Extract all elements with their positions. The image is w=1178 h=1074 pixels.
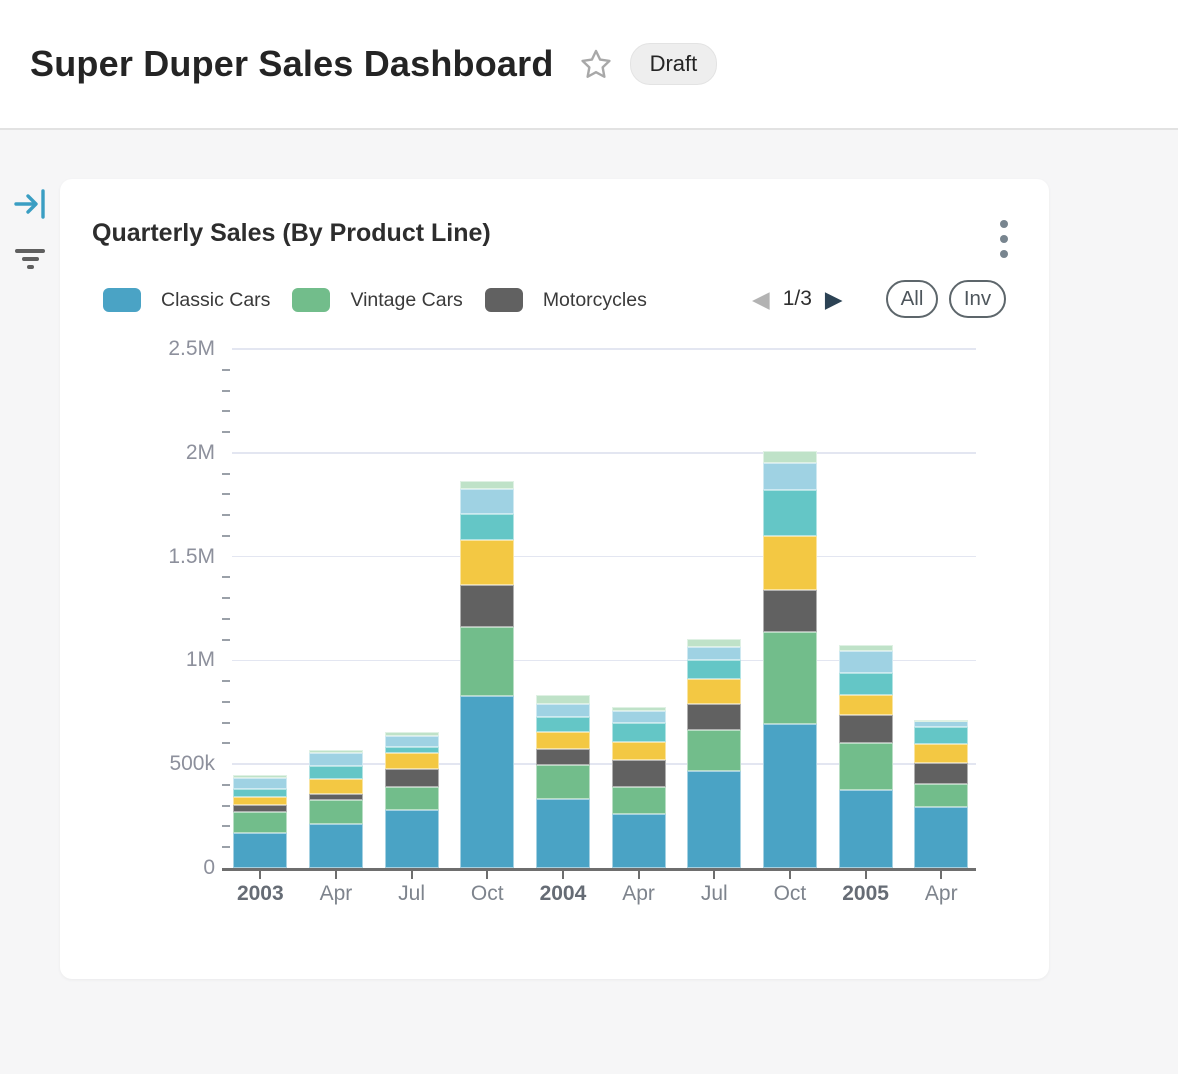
bar-segment[interactable] bbox=[839, 673, 893, 695]
legend-pager: ◀ 1/3 ▶ bbox=[752, 283, 843, 315]
bar-segment[interactable] bbox=[460, 514, 514, 540]
legend-swatch-icon bbox=[103, 288, 141, 312]
bar-segment[interactable] bbox=[536, 799, 590, 868]
bar-segment[interactable] bbox=[687, 704, 741, 730]
bar-segment[interactable] bbox=[914, 763, 968, 784]
bar-segment[interactable] bbox=[309, 750, 363, 753]
bar-segment[interactable] bbox=[460, 540, 514, 585]
bar-segment[interactable] bbox=[839, 695, 893, 715]
legend-invert-button[interactable]: Inv bbox=[949, 280, 1006, 318]
bar-segment[interactable] bbox=[233, 778, 287, 789]
bar-segment[interactable] bbox=[612, 711, 666, 723]
bar-segment[interactable] bbox=[385, 753, 439, 769]
bar-segment[interactable] bbox=[385, 736, 439, 747]
bar-segment[interactable] bbox=[460, 696, 514, 868]
page-title: Super Duper Sales Dashboard bbox=[30, 43, 554, 85]
bar-segment[interactable] bbox=[687, 771, 741, 868]
bar-segment[interactable] bbox=[385, 810, 439, 868]
legend: Classic Cars Vintage Cars Motorcycles bbox=[103, 287, 669, 313]
bar-segment[interactable] bbox=[763, 463, 817, 490]
bar-segment[interactable] bbox=[309, 766, 363, 778]
bar-segment[interactable] bbox=[763, 632, 817, 724]
bar-segment[interactable] bbox=[460, 489, 514, 514]
legend-item[interactable]: Classic Cars bbox=[103, 288, 270, 312]
favorite-star-icon[interactable] bbox=[578, 46, 614, 82]
bar-segment[interactable] bbox=[536, 765, 590, 798]
bar-segment[interactable] bbox=[914, 727, 968, 744]
bar-segment[interactable] bbox=[536, 704, 590, 717]
bar-segment[interactable] bbox=[385, 787, 439, 810]
page-header: Super Duper Sales Dashboard Draft bbox=[0, 0, 1178, 130]
bar-segment[interactable] bbox=[763, 490, 817, 537]
bar-segment[interactable] bbox=[687, 647, 741, 660]
bar-segment[interactable] bbox=[612, 787, 666, 814]
bar-segment[interactable] bbox=[914, 784, 968, 807]
legend-label: Classic Cars bbox=[161, 289, 270, 312]
bar-segment[interactable] bbox=[233, 833, 287, 868]
bar-segment[interactable] bbox=[233, 775, 287, 778]
chart-title: Quarterly Sales (By Product Line) bbox=[92, 219, 491, 248]
legend-all-button[interactable]: All bbox=[886, 280, 938, 318]
bar-segment[interactable] bbox=[233, 805, 287, 812]
pager-next-icon[interactable]: ▶ bbox=[825, 288, 843, 311]
bar-segment[interactable] bbox=[460, 627, 514, 696]
legend-label: Vintage Cars bbox=[350, 289, 462, 312]
bar-segment[interactable] bbox=[763, 536, 817, 589]
bar-segment[interactable] bbox=[839, 715, 893, 742]
bar-segment[interactable] bbox=[536, 695, 590, 703]
bar-segment[interactable] bbox=[839, 743, 893, 790]
bar-segment[interactable] bbox=[233, 797, 287, 805]
bar-segment[interactable] bbox=[612, 707, 666, 711]
bar-segment[interactable] bbox=[687, 679, 741, 705]
legend-item[interactable]: Motorcycles bbox=[485, 288, 647, 312]
bar-segment[interactable] bbox=[612, 742, 666, 760]
legend-label: Motorcycles bbox=[543, 289, 647, 312]
legend-swatch-icon bbox=[292, 288, 330, 312]
more-options-icon[interactable] bbox=[994, 216, 1014, 262]
bar-segment[interactable] bbox=[763, 590, 817, 632]
bar-segment[interactable] bbox=[385, 769, 439, 787]
bar-segment[interactable] bbox=[385, 747, 439, 753]
bar-segment[interactable] bbox=[687, 660, 741, 678]
bar-segment[interactable] bbox=[612, 723, 666, 742]
pager-text: 1/3 bbox=[783, 287, 812, 311]
bar-segment[interactable] bbox=[309, 794, 363, 800]
bar-segment[interactable] bbox=[914, 720, 968, 722]
bar-segment[interactable] bbox=[309, 800, 363, 824]
filter-icon[interactable] bbox=[13, 243, 47, 275]
bar-segment[interactable] bbox=[914, 807, 968, 868]
bar-segment[interactable] bbox=[536, 717, 590, 732]
bar-segment[interactable] bbox=[839, 645, 893, 651]
bar-segment[interactable] bbox=[914, 744, 968, 763]
collapse-sidebar-icon[interactable] bbox=[12, 188, 48, 222]
bar-segment[interactable] bbox=[385, 732, 439, 735]
bar-segment[interactable] bbox=[612, 814, 666, 868]
bar-segment[interactable] bbox=[460, 585, 514, 627]
bar-segment[interactable] bbox=[309, 824, 363, 868]
bar-segment[interactable] bbox=[763, 451, 817, 464]
bar-segment[interactable] bbox=[536, 732, 590, 749]
status-badge: Draft bbox=[630, 43, 718, 85]
pager-prev-icon[interactable]: ◀ bbox=[752, 288, 770, 311]
bar-segment[interactable] bbox=[914, 721, 968, 727]
legend-item[interactable]: Vintage Cars bbox=[292, 288, 462, 312]
bar-segment[interactable] bbox=[687, 730, 741, 771]
bar-segment[interactable] bbox=[536, 749, 590, 766]
bar-segment[interactable] bbox=[233, 789, 287, 797]
bar-segment[interactable] bbox=[687, 639, 741, 647]
bar-segment[interactable] bbox=[233, 812, 287, 833]
bar-segment[interactable] bbox=[309, 779, 363, 794]
bar-segment[interactable] bbox=[763, 724, 817, 868]
bar-segment[interactable] bbox=[309, 753, 363, 766]
bar-segment[interactable] bbox=[460, 481, 514, 488]
legend-swatch-icon bbox=[485, 288, 523, 312]
bar-segment[interactable] bbox=[839, 651, 893, 673]
bar-segment[interactable] bbox=[612, 760, 666, 787]
bar-segment[interactable] bbox=[839, 790, 893, 868]
